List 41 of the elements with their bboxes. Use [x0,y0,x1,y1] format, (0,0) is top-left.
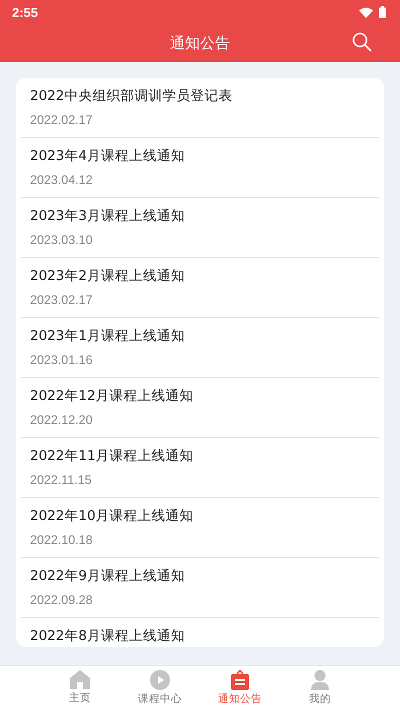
notice-item[interactable]: 2022年11月课程上线通知 2022.11.15 [21,438,379,498]
notice-title: 2023年2月课程上线通知 [30,267,185,286]
notice-date: 2023.03.10 [30,232,93,249]
house-icon [70,670,90,689]
bag-icon [230,670,250,690]
notice-title: 2022年12月课程上线通知 [30,387,194,406]
notice-date: 2023.01.16 [30,352,93,369]
notice-date: 2022.12.20 [30,412,93,429]
notice-title: 2022年10月课程上线通知 [30,507,194,526]
notice-title: 2023年4月课程上线通知 [30,147,185,166]
notice-item[interactable]: 2023年2月课程上线通知 2023.02.17 [21,258,379,318]
notice-item[interactable]: 2023年4月课程上线通知 2023.04.12 [21,138,379,198]
notice-item[interactable]: 2022年9月课程上线通知 2022.09.28 [21,558,379,618]
notice-title: 2022年9月课程上线通知 [30,567,185,586]
notice-item[interactable]: 2022中央组织部调训学员登记表 2022.02.17 [21,78,379,138]
notice-item[interactable]: 2023年3月课程上线通知 2023.03.10 [21,198,379,258]
play-icon [150,670,170,690]
notice-date: 2022.09.28 [30,592,93,609]
search-icon[interactable] [352,32,372,52]
notice-title: 2022年8月课程上线通知 [30,627,185,646]
notice-item[interactable]: 2022年10月课程上线通知 2022.10.18 [21,498,379,558]
nav-tab[interactable]: 通知公告 [200,666,280,711]
nav-tab[interactable]: 课程中心 [120,666,200,711]
nav-tab[interactable]: 主页 [40,666,120,711]
page-title: 通知公告 [170,34,230,52]
notice-title: 2022中央组织部调训学员登记表 [30,87,232,106]
notice-title: 2023年3月课程上线通知 [30,207,185,226]
person-icon [311,670,329,690]
notice-date: 2023.02.17 [30,292,93,309]
notice-date: 2022.10.18 [30,532,93,549]
notice-date: 2023.04.12 [30,172,93,189]
nav-tab[interactable]: 我的 [280,666,360,711]
notice-title: 2022年11月课程上线通知 [30,447,194,466]
battery-icon [379,6,386,18]
notice-item[interactable]: 2022年12月课程上线通知 2022.12.20 [21,378,379,438]
wifi-icon [359,6,373,18]
notice-item[interactable]: 2023年1月课程上线通知 2023.01.16 [21,318,379,378]
notice-title: 2023年1月课程上线通知 [30,327,185,346]
notice-date: 2022.02.17 [30,112,93,129]
notice-date: 2022.11.15 [30,472,92,489]
status-time: 2:55 [12,4,38,20]
